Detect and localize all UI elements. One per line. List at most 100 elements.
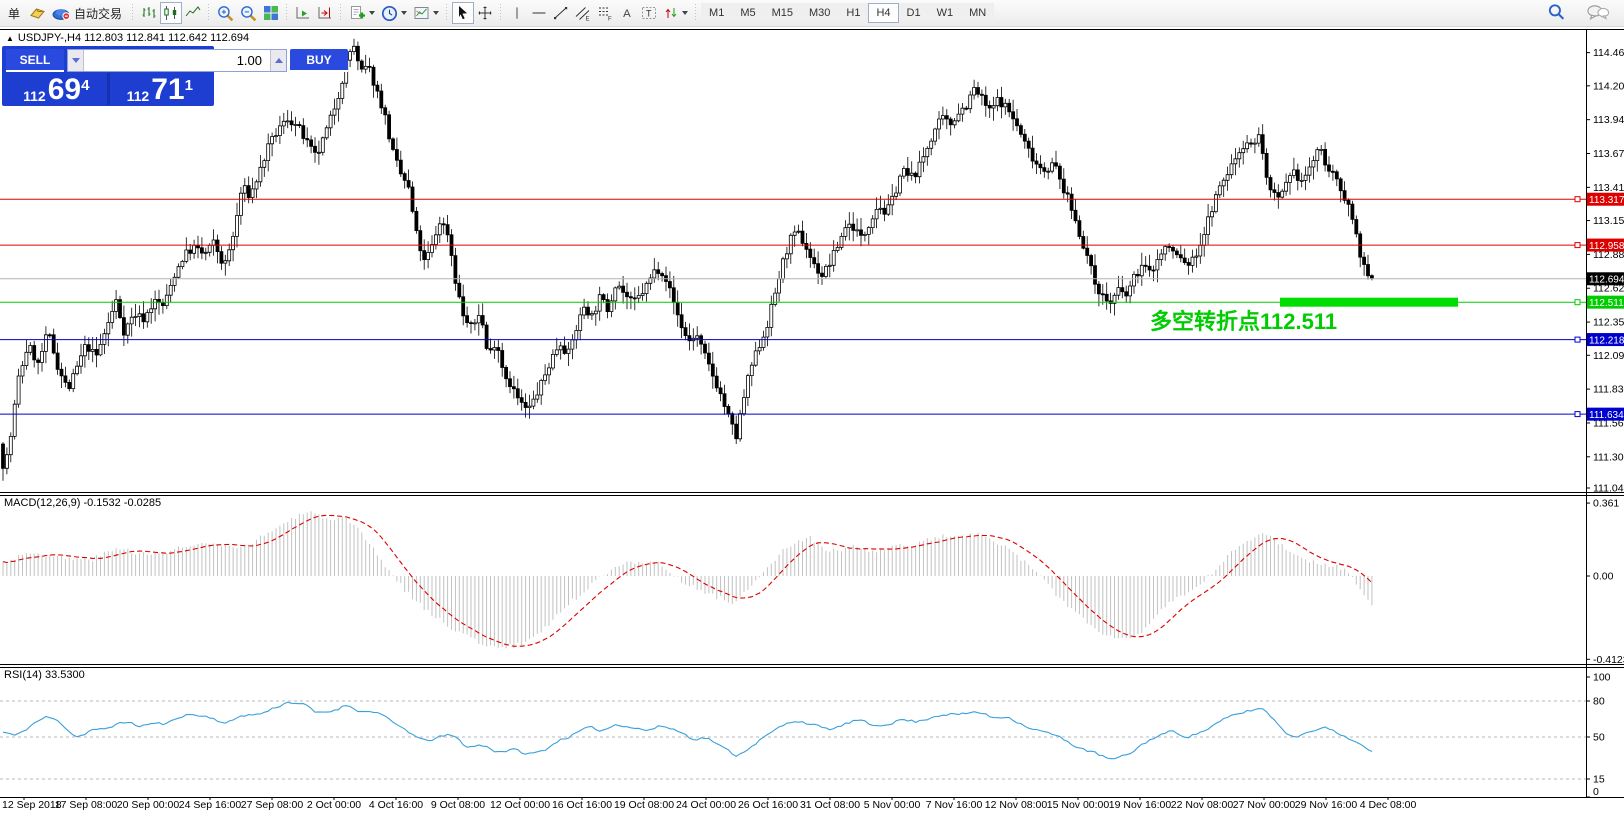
trendline-button[interactable] bbox=[550, 2, 572, 24]
timeframe-mn-button[interactable]: MN bbox=[961, 3, 994, 23]
collapse-arrow-icon[interactable]: ▲ bbox=[6, 34, 14, 43]
zoom-in-icon bbox=[217, 5, 234, 22]
indicators-dropdown-caret bbox=[369, 11, 375, 15]
periods-dropdown-caret bbox=[401, 11, 407, 15]
time-axis-label: 4 Oct 16:00 bbox=[369, 799, 423, 811]
bar-chart-icon bbox=[141, 5, 157, 21]
cursor-icon bbox=[455, 5, 471, 21]
line-chart-button[interactable] bbox=[182, 2, 204, 24]
time-axis-label: 31 Oct 08:00 bbox=[800, 799, 860, 811]
arrows-icon bbox=[663, 5, 679, 21]
buy-price[interactable]: 112 71 1 bbox=[110, 73, 211, 105]
sell-price-sup: 4 bbox=[81, 78, 89, 93]
timeframe-m5-button[interactable]: M5 bbox=[732, 3, 763, 23]
community-chat-icon[interactable] bbox=[1586, 4, 1610, 24]
time-axis-label: 4 Dec 08:00 bbox=[1360, 799, 1417, 811]
toolbar-grip bbox=[285, 4, 289, 22]
bar-chart-button[interactable] bbox=[138, 2, 160, 24]
sell-price[interactable]: 112 69 4 bbox=[6, 73, 107, 105]
level-line-handle[interactable] bbox=[1575, 337, 1580, 342]
crosshair-icon bbox=[477, 5, 493, 21]
periods-button[interactable] bbox=[378, 2, 410, 24]
level-line-handle[interactable] bbox=[1575, 197, 1580, 202]
crosshair-button[interactable] bbox=[474, 2, 496, 24]
fibonacci-button[interactable]: F bbox=[594, 2, 616, 24]
line-chart-icon bbox=[185, 5, 201, 21]
chart-title: ▲USDJPY-,H4 112.803 112.841 112.642 112.… bbox=[6, 32, 249, 44]
price-tick-label: 111.300 bbox=[1593, 451, 1624, 463]
one-click-trading-panel: SELL BUY 112 69 4 112 71 1 bbox=[2, 46, 214, 106]
search-icon[interactable] bbox=[1547, 3, 1566, 25]
volume-input[interactable] bbox=[84, 50, 270, 71]
equidistant-channel-button[interactable]: E bbox=[572, 2, 594, 24]
timeframe-h4-button[interactable]: H4 bbox=[868, 3, 898, 23]
timeframe-m1-button[interactable]: M1 bbox=[701, 3, 732, 23]
time-axis-label: 19 Nov 16:00 bbox=[1109, 799, 1172, 811]
equidistant-channel-icon: E bbox=[575, 5, 591, 21]
price-tick-label: 112.355 bbox=[1593, 317, 1624, 329]
time-axis-label: 27 Nov 00:00 bbox=[1233, 799, 1296, 811]
mt4-window: 114.465114.205113.940113.675113.410113.1… bbox=[0, 0, 1624, 822]
rsi-tick-label: 50 bbox=[1593, 732, 1605, 744]
toolbar-grip bbox=[207, 4, 211, 22]
level-line-handle[interactable] bbox=[1575, 412, 1580, 417]
trendline-icon bbox=[553, 5, 569, 21]
templates-button[interactable] bbox=[410, 2, 442, 24]
time-axis-label: 24 Sep 16:00 bbox=[179, 799, 242, 811]
volume-decrease-button[interactable] bbox=[68, 50, 84, 71]
order-book-icon bbox=[29, 5, 46, 21]
time-axis-label: 22 Nov 08:00 bbox=[1171, 799, 1234, 811]
volume-increase-button[interactable] bbox=[270, 50, 286, 71]
tile-windows-button[interactable] bbox=[260, 2, 282, 24]
timeframe-w1-button[interactable]: W1 bbox=[929, 3, 962, 23]
time-axis-label: 26 Oct 16:00 bbox=[738, 799, 798, 811]
level-line-handle[interactable] bbox=[1575, 243, 1580, 248]
macd-signal-line bbox=[3, 515, 1372, 646]
time-axis-label: 16 Oct 16:00 bbox=[552, 799, 612, 811]
candlestick-chart-button[interactable] bbox=[160, 2, 182, 24]
timeframe-d1-button[interactable]: D1 bbox=[899, 3, 929, 23]
toolbar-grip bbox=[339, 4, 343, 22]
price-tick-label: 113.410 bbox=[1593, 182, 1624, 194]
rsi-label: RSI(14) 33.5300 bbox=[4, 669, 85, 681]
templates-icon bbox=[413, 5, 430, 21]
price-level-badge-label: 112.694 bbox=[1589, 275, 1624, 286]
svg-text:F: F bbox=[608, 17, 612, 22]
chart-ohlc-values: 112.803 112.841 112.642 112.694 bbox=[84, 32, 249, 44]
order-book-button[interactable] bbox=[26, 2, 49, 24]
timeframe-h1-button[interactable]: H1 bbox=[838, 3, 868, 23]
toolbar-grip bbox=[131, 4, 135, 22]
chart-shift-button[interactable] bbox=[314, 2, 336, 24]
buy-button[interactable]: BUY bbox=[290, 49, 348, 72]
volume-stepper bbox=[67, 49, 287, 72]
periods-clock-icon bbox=[381, 5, 398, 22]
arrows-button[interactable] bbox=[660, 2, 691, 24]
chart-canvas[interactable]: 114.465114.205113.940113.675113.410113.1… bbox=[0, 0, 1624, 822]
chart-shift-icon bbox=[317, 5, 333, 21]
autotrading-button[interactable]: 自动交易 bbox=[49, 2, 128, 24]
time-axis-label: 24 Oct 00:00 bbox=[676, 799, 736, 811]
price-tick-label: 113.940 bbox=[1593, 114, 1624, 126]
indicators-button[interactable] bbox=[346, 2, 378, 24]
auto-scroll-button[interactable] bbox=[292, 2, 314, 24]
zoom-in-button[interactable] bbox=[214, 2, 237, 24]
vertical-line-icon bbox=[510, 5, 524, 21]
time-axis-label: 29 Nov 16:00 bbox=[1295, 799, 1358, 811]
toolbar-grip bbox=[445, 4, 449, 22]
rsi-tick-label: 100 bbox=[1593, 672, 1611, 684]
sell-price-prefix: 112 bbox=[23, 89, 46, 103]
price-level-badge-label: 112.958 bbox=[1589, 241, 1624, 252]
new-order-button[interactable]: 单 bbox=[2, 2, 26, 24]
zoom-out-button[interactable] bbox=[237, 2, 260, 24]
vertical-line-button[interactable] bbox=[506, 2, 528, 24]
pivot-annotation[interactable]: 多空转折点112.511 bbox=[1150, 304, 1337, 336]
timeframe-m15-button[interactable]: M15 bbox=[764, 3, 801, 23]
horizontal-line-button[interactable] bbox=[528, 2, 550, 24]
cursor-button[interactable] bbox=[452, 2, 474, 24]
price-tick-label: 111.830 bbox=[1593, 384, 1624, 396]
text-label-button[interactable]: T bbox=[638, 2, 660, 24]
timeframe-m30-button[interactable]: M30 bbox=[801, 3, 838, 23]
sell-button[interactable]: SELL bbox=[6, 49, 64, 72]
level-line-handle[interactable] bbox=[1575, 300, 1580, 305]
text-button[interactable]: A bbox=[616, 2, 638, 24]
